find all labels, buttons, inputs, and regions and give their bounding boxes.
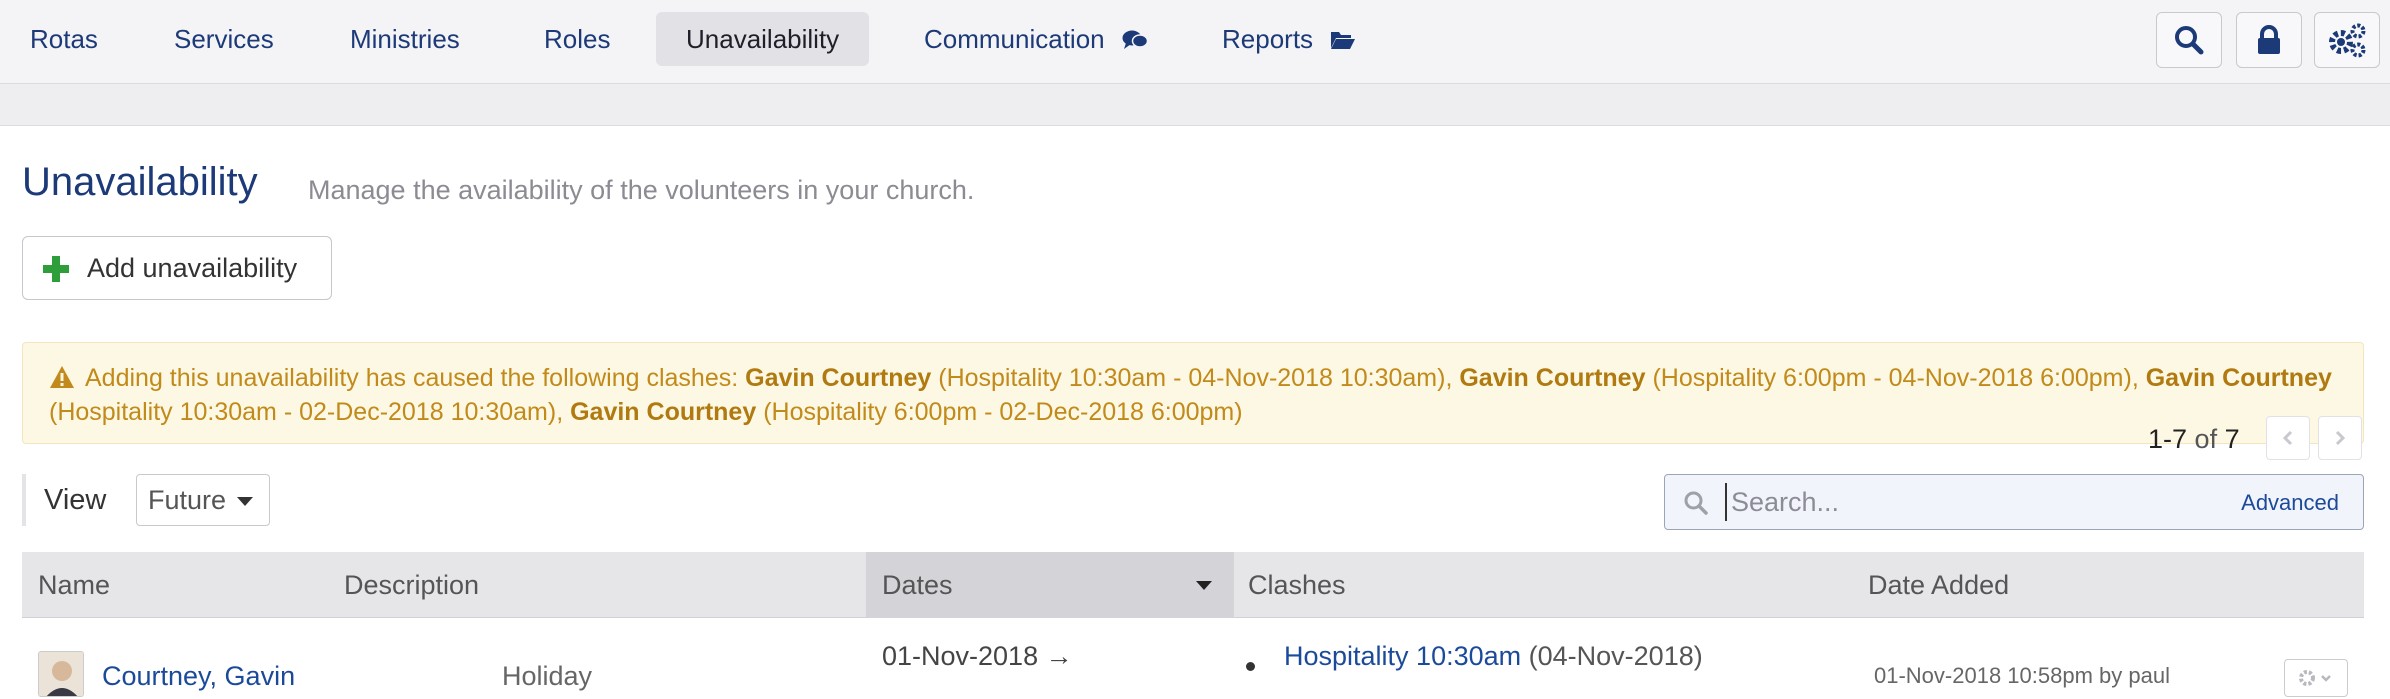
search-input[interactable] bbox=[1725, 483, 2165, 521]
nav-label: Roles bbox=[544, 24, 611, 54]
next-page-button[interactable] bbox=[2318, 416, 2362, 460]
date-added-cell: 01-Nov-2018 10:58pm by paul bbox=[1874, 663, 2170, 688]
nav-reports[interactable]: Reports bbox=[1192, 12, 1386, 66]
clash-person: Gavin Courtney bbox=[570, 398, 757, 426]
folder-open-icon bbox=[1331, 32, 1356, 49]
column-header-date-added[interactable]: Date Added bbox=[1852, 552, 2252, 618]
description-cell: Holiday bbox=[502, 661, 593, 691]
nav-unavailability[interactable]: Unavailability bbox=[656, 12, 870, 66]
table-header: Name Description Dates Clashes Date Adde… bbox=[22, 552, 2364, 618]
clash-date: (04-Nov-2018) bbox=[1528, 641, 1703, 671]
column-header-name[interactable]: Name bbox=[22, 552, 328, 618]
plus-icon bbox=[43, 256, 69, 282]
clash-detail: (Hospitality 6:00pm - 04-Nov-2018 6:00pm… bbox=[1652, 364, 2139, 392]
nav-ministries[interactable]: Ministries bbox=[320, 12, 490, 66]
comments-icon bbox=[1122, 30, 1149, 49]
nav-label: Unavailability bbox=[686, 24, 840, 54]
search-field[interactable]: Advanced bbox=[1664, 474, 2364, 530]
nav-label: Communication bbox=[924, 24, 1105, 54]
nav-rotas[interactable]: Rotas bbox=[0, 12, 128, 66]
nav-label: Rotas bbox=[30, 24, 98, 54]
add-button-label: Add unavailability bbox=[87, 252, 298, 283]
nav-label: Services bbox=[174, 24, 274, 54]
caret-down-icon bbox=[237, 497, 253, 506]
settings-button[interactable] bbox=[2314, 12, 2380, 68]
clash-service-link[interactable]: Hospitality 10:30am bbox=[1284, 641, 1521, 671]
add-unavailability-button[interactable]: Add unavailability bbox=[22, 236, 332, 300]
table-row: Courtney, Gavin Holiday 01-Nov-2018 → Ho… bbox=[22, 619, 2364, 699]
view-label: View bbox=[44, 484, 107, 516]
lock-icon bbox=[2258, 25, 2280, 54]
search-icon bbox=[1684, 491, 1708, 515]
clash-detail: (Hospitality 10:30am - 04-Nov-2018 10:30… bbox=[938, 364, 1453, 392]
nav-label: Reports bbox=[1222, 24, 1314, 54]
lock-button[interactable] bbox=[2236, 12, 2302, 68]
gears-icon bbox=[2329, 23, 2366, 58]
page-subtitle: Manage the availability of the volunteer… bbox=[308, 175, 975, 205]
page-title: Unavailability bbox=[22, 160, 258, 204]
dates-cell: 01-Nov-2018 → bbox=[882, 641, 1073, 671]
view-divider bbox=[22, 474, 26, 526]
pagination-of: of bbox=[2194, 424, 2218, 454]
sub-nav-bar bbox=[0, 84, 2390, 126]
nav-services[interactable]: Services bbox=[144, 12, 304, 66]
bullet bbox=[1246, 662, 1255, 671]
chevron-left-icon bbox=[2282, 430, 2293, 446]
clash-person: Gavin Courtney bbox=[1459, 364, 1646, 392]
nav-label: Ministries bbox=[350, 24, 460, 54]
pagination-total: 7 bbox=[2224, 424, 2240, 454]
view-selected-value: Future bbox=[148, 485, 227, 515]
row-actions-button[interactable] bbox=[2284, 659, 2348, 697]
advanced-search-link[interactable]: Advanced bbox=[2241, 490, 2339, 516]
warning-intro: Adding this unavailability has caused th… bbox=[85, 364, 739, 392]
top-nav: Rotas Services Ministries Roles Unavaila… bbox=[0, 0, 2390, 84]
column-header-dates-label: Dates bbox=[882, 570, 953, 600]
column-header-description[interactable]: Description bbox=[328, 552, 572, 618]
clash-detail: (Hospitality 6:00pm - 02-Dec-2018 6:00pm… bbox=[763, 398, 1243, 426]
prev-page-button[interactable] bbox=[2266, 416, 2310, 460]
avatar bbox=[38, 651, 84, 697]
warning-icon bbox=[50, 366, 74, 388]
view-select[interactable]: Future bbox=[136, 474, 270, 526]
gear-icon bbox=[2299, 670, 2331, 686]
person-name-link[interactable]: Courtney, Gavin bbox=[102, 661, 295, 692]
nav-roles[interactable]: Roles bbox=[514, 12, 640, 66]
clash-item: Hospitality 10:30am (04-Nov-2018) bbox=[1284, 641, 1703, 672]
pagination-info: 1-7 of 7 bbox=[2148, 424, 2240, 455]
search-icon bbox=[2175, 26, 2204, 55]
nav-communication[interactable]: Communication bbox=[894, 12, 1178, 66]
clash-warning: Adding this unavailability has caused th… bbox=[22, 342, 2364, 444]
sort-desc-icon bbox=[1196, 581, 1212, 590]
clash-person: Gavin Courtney bbox=[2145, 364, 2332, 392]
clash-person: Gavin Courtney bbox=[745, 364, 932, 392]
clash-detail: (Hospitality 10:30am - 02-Dec-2018 10:30… bbox=[49, 398, 564, 426]
chevron-right-icon bbox=[2335, 430, 2346, 446]
column-header-dates[interactable]: Dates bbox=[866, 552, 1234, 618]
search-button[interactable] bbox=[2156, 12, 2222, 68]
pagination-range: 1-7 bbox=[2148, 424, 2188, 454]
column-header-clashes[interactable]: Clashes bbox=[1232, 552, 1832, 618]
